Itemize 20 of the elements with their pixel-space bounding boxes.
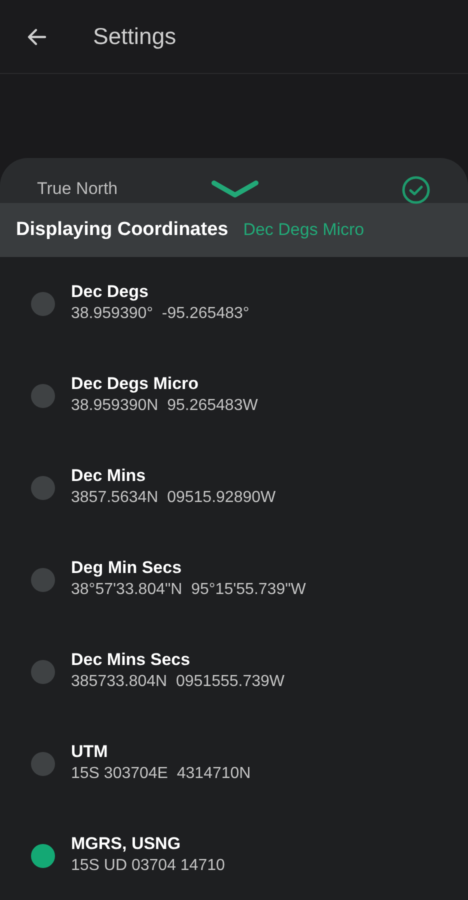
format-value: 15S 303704E 4314710N bbox=[71, 764, 251, 784]
format-value: 38.959390° -95.265483° bbox=[71, 304, 250, 324]
format-value: 385733.804N 0951555.739W bbox=[71, 672, 285, 692]
format-value: 3857.5634N 09515.92890W bbox=[71, 488, 276, 508]
format-name: Dec Mins Secs bbox=[71, 649, 192, 671]
check-circle-icon[interactable] bbox=[401, 175, 431, 205]
chevron-down-icon[interactable] bbox=[211, 180, 259, 198]
page-title: Settings bbox=[93, 22, 176, 52]
format-value: 38.959390N 95.265483W bbox=[71, 396, 258, 416]
section-title: Displaying Coordinates bbox=[16, 218, 228, 242]
format-value: 15S UD 03704 14710 bbox=[71, 856, 225, 876]
format-name: Dec Degs Micro bbox=[71, 373, 200, 395]
format-name: Dec Mins bbox=[71, 465, 147, 487]
format-name: Dec Degs bbox=[71, 281, 150, 303]
format-name: MGRS, USNG bbox=[71, 833, 182, 855]
current-format: Dec Degs Micro bbox=[243, 219, 364, 242]
format-name: Deg Min Secs bbox=[71, 557, 183, 579]
setting-label: True North bbox=[37, 178, 118, 200]
format-value: 38°57'33.804"N 95°15'55.739"W bbox=[71, 580, 306, 600]
format-name: UTM bbox=[71, 741, 109, 763]
